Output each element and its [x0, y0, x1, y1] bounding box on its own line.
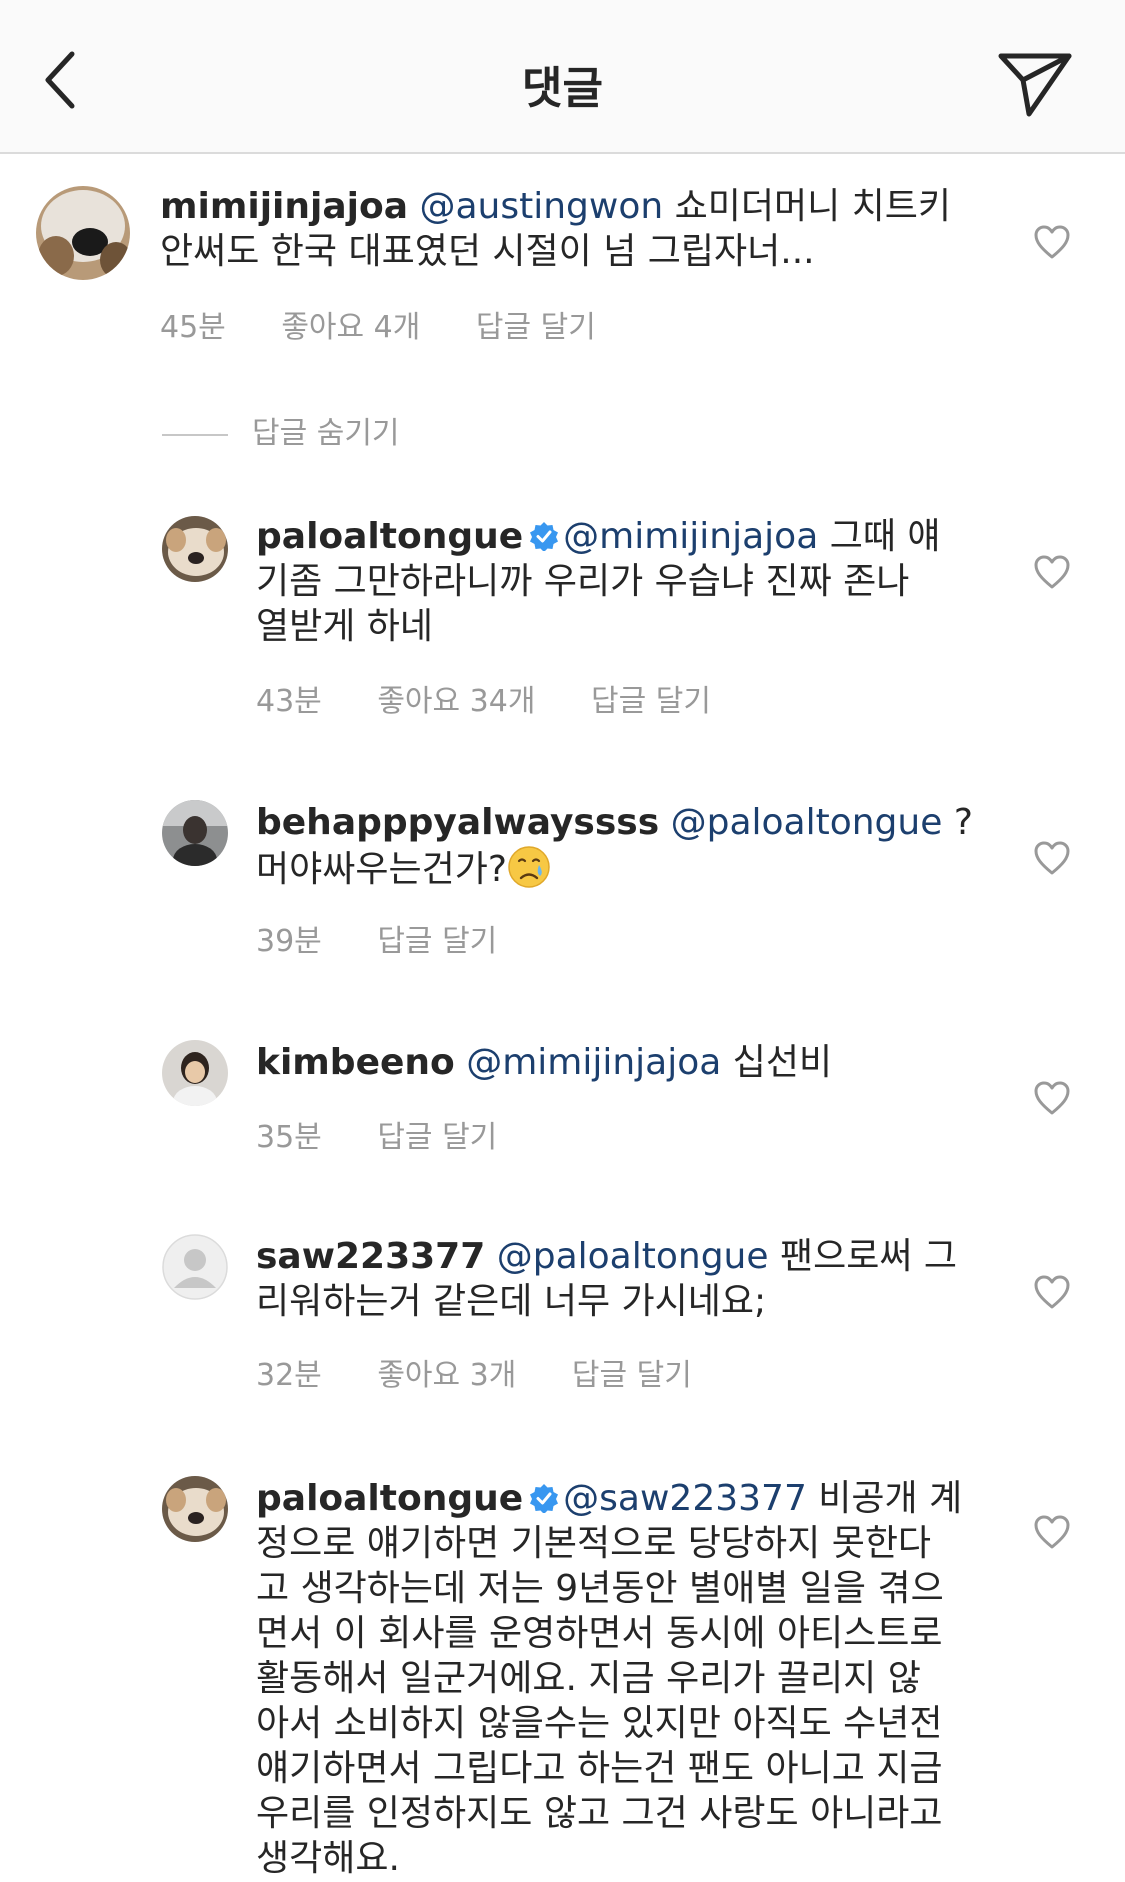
- heart-icon[interactable]: [1033, 1080, 1071, 1116]
- comment-text: kimbeeno @mimijinjajoa 십선비: [256, 1040, 832, 1085]
- verified-badge-icon: [530, 522, 559, 551]
- username[interactable]: mimijinjajoa: [160, 186, 408, 227]
- comment-line: 리워하는거 같은데 너무 가시네요;: [256, 1281, 767, 1322]
- avatar[interactable]: [36, 186, 130, 280]
- paper-plane-icon[interactable]: [995, 48, 1075, 120]
- avatar[interactable]: [162, 1040, 228, 1106]
- timestamp: 39분: [256, 924, 322, 959]
- heart-icon[interactable]: [1033, 554, 1071, 590]
- avatar[interactable]: [162, 1234, 228, 1300]
- comment-line: 비공개 계: [806, 1478, 963, 1519]
- reply-button[interactable]: 답글 달기: [476, 310, 596, 345]
- avatar[interactable]: [162, 1476, 228, 1542]
- likes-count[interactable]: 좋아요 34개: [377, 684, 535, 719]
- mention-link[interactable]: @saw223377: [563, 1478, 807, 1519]
- heart-icon[interactable]: [1033, 840, 1071, 876]
- comment-line: 머야싸우는건가?: [256, 849, 507, 890]
- avatar[interactable]: [162, 800, 228, 866]
- username[interactable]: kimbeeno: [256, 1042, 455, 1083]
- comment-line: 아서 소비하지 않을수는 있지만 아직도 수년전: [256, 1703, 943, 1744]
- username[interactable]: saw223377: [256, 1236, 485, 1277]
- username[interactable]: behapppyalwayssss: [256, 802, 659, 843]
- comment-line: 안써도 한국 대표였던 시절이 넘 그립자너...: [160, 231, 815, 272]
- comment-line: 활동해서 일군거에요. 지금 우리가 끌리지 않: [256, 1658, 921, 1699]
- likes-count[interactable]: 좋아요 4개: [281, 310, 420, 345]
- comment-line: 우리를 인정하지도 않고 그건 사랑도 아니라고: [256, 1793, 943, 1834]
- top-bar: 댓글: [0, 0, 1125, 154]
- timestamp: 35분: [256, 1120, 322, 1155]
- username[interactable]: paloaltongue: [256, 516, 523, 557]
- heart-icon[interactable]: [1033, 224, 1071, 260]
- comment-text: behapppyalwayssss @paloaltongue ? 머야싸우는건…: [256, 800, 973, 892]
- comment-line: 정으로 얘기하면 기본적으로 당당하지 못한다: [256, 1523, 932, 1564]
- reply-button[interactable]: 답글 달기: [572, 1358, 692, 1393]
- reply-button[interactable]: 답글 달기: [377, 1120, 497, 1155]
- comment-line: 얘기하면서 그립다고 하는건 팬도 아니고 지금: [256, 1748, 943, 1789]
- comment-line: 그때 얘: [818, 516, 941, 557]
- comment-text: paloaltongue @mimijinjajoa 그때 얘 기좀 그만하라니까…: [256, 514, 941, 649]
- avatar[interactable]: [162, 516, 228, 582]
- comment-meta: 35분 답글 달기: [256, 1112, 543, 1156]
- mention-link[interactable]: @austingwon: [419, 186, 663, 227]
- hide-replies-button[interactable]: 답글 숨기기: [162, 408, 400, 452]
- comment-meta: 32분 좋아요 3개 답글 달기: [256, 1350, 738, 1394]
- mention-link[interactable]: @mimijinjajoa: [563, 516, 818, 557]
- comment-text: mimijinjajoa @austingwon 쇼미더머니 치트키 안써도 한…: [160, 184, 951, 274]
- mention-link[interactable]: @paloaltongue: [497, 1236, 769, 1277]
- timestamp: 32분: [256, 1358, 322, 1393]
- comment-line: 기좀 그만하라니까 우리가 우습냐 진짜 존나: [256, 561, 910, 602]
- comment-line: 고 생각하는데 저는 9년동안 별애별 일을 겪으: [256, 1568, 944, 1609]
- comment-line: 십선비: [721, 1042, 833, 1083]
- comment-meta: 43분 좋아요 34개 답글 달기: [256, 676, 757, 720]
- comment-text: paloaltongue @saw223377 비공개 계 정으로 얘기하면 기본…: [256, 1476, 962, 1881]
- comment-line: 열받게 하네: [256, 606, 434, 647]
- verified-badge-icon: [530, 1484, 559, 1513]
- reply-button[interactable]: 답글 달기: [377, 924, 497, 959]
- heart-icon[interactable]: [1033, 1514, 1071, 1550]
- comment-meta: 45분 좋아요 4개 답글 달기: [160, 302, 642, 346]
- mention-link[interactable]: @mimijinjajoa: [466, 1042, 721, 1083]
- hide-replies-label: 답글 숨기기: [252, 416, 400, 451]
- heart-icon[interactable]: [1033, 1274, 1071, 1310]
- comment-text: saw223377 @paloaltongue 팬으로써 그 리워하는거 같은데…: [256, 1234, 957, 1324]
- divider: [162, 433, 228, 436]
- comment-line: 팬으로써 그: [768, 1236, 958, 1277]
- crying-face-icon: [508, 846, 550, 888]
- comment-line: ?: [942, 802, 973, 843]
- timestamp: 45분: [160, 310, 226, 345]
- timestamp: 43분: [256, 684, 322, 719]
- comment-line: 쇼미더머니 치트키: [663, 186, 952, 227]
- page-title: 댓글: [522, 63, 603, 114]
- username[interactable]: paloaltongue: [256, 1478, 523, 1519]
- comment-line: 생각해요.: [256, 1838, 400, 1879]
- mention-link[interactable]: @paloaltongue: [671, 802, 943, 843]
- likes-count[interactable]: 좋아요 3개: [377, 1358, 516, 1393]
- reply-button[interactable]: 답글 달기: [591, 684, 711, 719]
- comment-meta: 39분 답글 달기: [256, 916, 543, 960]
- comment-line: 면서 이 회사를 운영하면서 동시에 아티스트로: [256, 1613, 943, 1654]
